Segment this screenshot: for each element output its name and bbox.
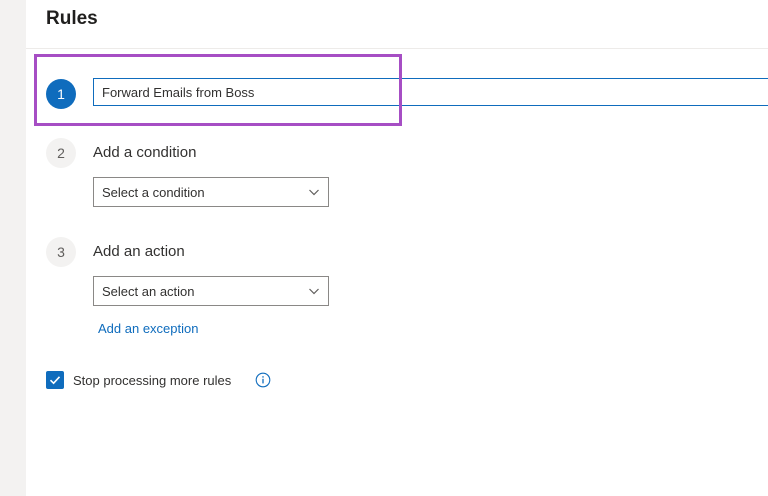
stop-processing-label: Stop processing more rules bbox=[73, 373, 232, 388]
chevron-down-icon bbox=[309, 189, 319, 196]
step-1-badge: 1 bbox=[46, 79, 76, 109]
action-dropdown-value: Select an action bbox=[102, 283, 195, 299]
rules-panel: Rules 1 2 Add a condition Select a condi… bbox=[26, 0, 768, 496]
add-exception-link[interactable]: Add an exception bbox=[98, 321, 198, 336]
add-condition-label: Add a condition bbox=[93, 144, 197, 161]
step-3-badge: 3 bbox=[46, 237, 76, 267]
action-dropdown[interactable]: Select an action bbox=[93, 276, 329, 306]
chevron-down-icon bbox=[309, 288, 319, 295]
rule-name-input[interactable] bbox=[93, 78, 768, 106]
condition-dropdown-value: Select a condition bbox=[102, 184, 205, 200]
stop-processing-checkbox[interactable] bbox=[46, 371, 64, 389]
page-title: Rules bbox=[46, 8, 98, 29]
step-2-badge: 2 bbox=[46, 138, 76, 168]
checkmark-icon bbox=[49, 376, 61, 385]
condition-dropdown[interactable]: Select a condition bbox=[93, 177, 329, 207]
title-divider bbox=[26, 48, 768, 49]
add-action-label: Add an action bbox=[93, 243, 185, 260]
info-icon[interactable] bbox=[255, 372, 271, 388]
